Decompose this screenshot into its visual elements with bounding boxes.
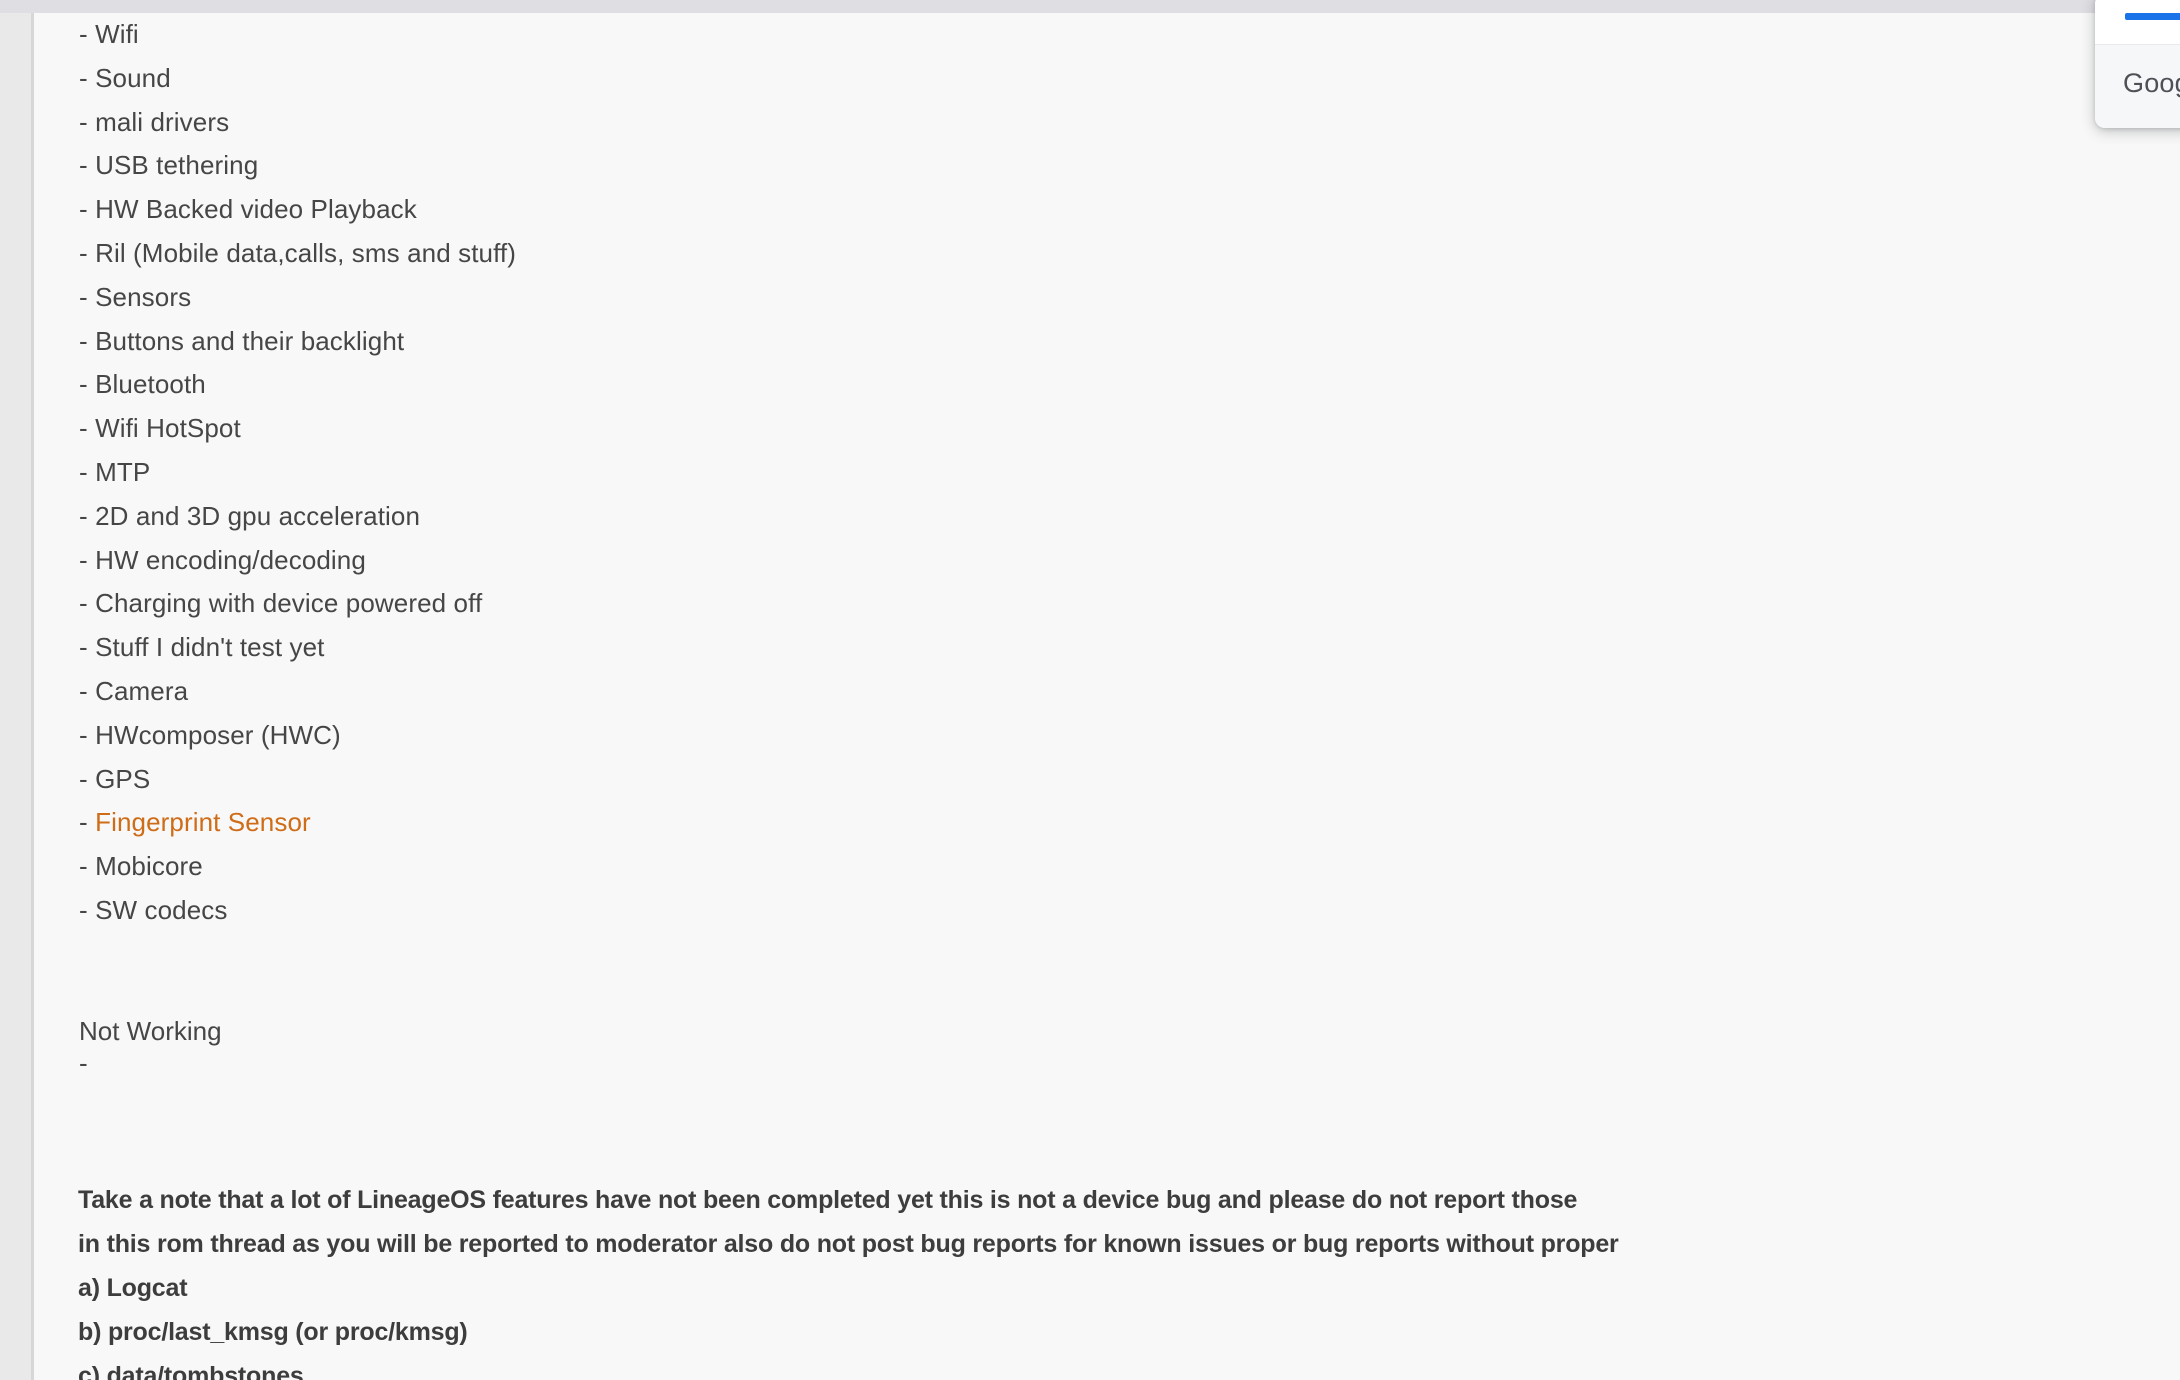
notice-line: in this rom thread as you will be report… xyxy=(78,1230,1619,1258)
feature-item-label: Buttons and their backlight xyxy=(95,325,405,356)
feature-list-item: - HW encoding/decoding xyxy=(79,539,1979,583)
feature-list-item: - Buttons and their backlight xyxy=(79,320,1979,364)
list-bullet-dash: - xyxy=(79,413,88,444)
feature-list-item: - Charging with device powered off xyxy=(79,582,1979,626)
feature-item-label: Wifi HotSpot xyxy=(95,413,241,444)
not-working-empty-dash: - xyxy=(79,1048,88,1078)
feature-list-item: - Mobicore xyxy=(79,845,1979,889)
notice-line: a) Logcat xyxy=(78,1274,188,1302)
feature-list-item: - Bluetooth xyxy=(79,363,1979,407)
viewport-top-strip xyxy=(0,0,2180,13)
list-bullet-dash: - xyxy=(79,807,88,838)
list-bullet-dash: - xyxy=(79,281,88,312)
notice-line: b) proc/last_kmsg (or proc/kmsg) xyxy=(78,1318,468,1346)
list-bullet-dash: - xyxy=(79,632,88,663)
feature-list-item: - Sensors xyxy=(79,276,1979,320)
feature-item-label: Bluetooth xyxy=(95,369,206,400)
feature-list-item: - 2D and 3D gpu acceleration xyxy=(79,495,1979,539)
feature-list-item: - HWcomposer (HWC) xyxy=(79,714,1979,758)
list-bullet-dash: - xyxy=(79,325,88,356)
list-bullet-dash: - xyxy=(79,675,88,706)
google-popup-card[interactable]: Goog xyxy=(2095,0,2180,128)
list-bullet-dash: - xyxy=(79,19,88,49)
google-popup-header xyxy=(2095,0,2180,45)
bug-report-notice: Take a note that a lot of LineageOS feat… xyxy=(78,1178,2128,1380)
accent-bar xyxy=(2125,13,2180,20)
feature-item-label: HWcomposer (HWC) xyxy=(95,719,341,750)
feature-item-label: HW Backed video Playback xyxy=(95,194,417,225)
not-working-heading: Not Working xyxy=(79,1016,222,1046)
feature-list-item: - HW Backed video Playback xyxy=(79,188,1979,232)
working-feature-list: - Wifi - Sound - mali drivers - USB tetheri… xyxy=(79,13,1979,933)
google-wordmark: Goog xyxy=(2123,68,2180,98)
list-bullet-dash: - xyxy=(79,894,88,925)
feature-list-item: - Ril (Mobile data,calls, sms and stuff) xyxy=(79,232,1979,276)
feature-item-label: MTP xyxy=(95,456,151,487)
feature-item-label: Sensors xyxy=(95,281,192,312)
list-bullet-dash: - xyxy=(79,500,88,531)
notice-line: c) data/tombstones xyxy=(78,1362,304,1380)
feature-item-label: Stuff I didn't test yet xyxy=(95,632,325,663)
list-bullet-dash: - xyxy=(79,62,88,93)
feature-list-item: - Sound xyxy=(79,57,1979,101)
feature-list-item: - GPS xyxy=(79,758,1979,802)
feature-link-label[interactable]: Fingerprint Sensor xyxy=(95,807,311,837)
feature-item-label: GPS xyxy=(95,763,151,794)
feature-list-item: - mali drivers xyxy=(79,101,1979,145)
list-bullet-dash: - xyxy=(79,851,88,882)
feature-list-item: - Camera xyxy=(79,670,1979,714)
list-bullet-dash: - xyxy=(79,588,88,619)
feature-list-item: - Wifi HotSpot xyxy=(79,407,1979,451)
page-left-gutter xyxy=(0,13,31,1380)
feature-item-label: Sound xyxy=(95,62,171,93)
list-bullet-dash: - xyxy=(79,194,88,225)
post-body: - Wifi - Sound - mali drivers - USB tetheri… xyxy=(34,13,2180,1380)
page-root: - Wifi - Sound - mali drivers - USB tetheri… xyxy=(0,0,2180,1380)
feature-item-label: SW codecs xyxy=(95,894,228,925)
feature-item-label: 2D and 3D gpu acceleration xyxy=(95,500,421,531)
feature-list-item: - Stuff I didn't test yet xyxy=(79,626,1979,670)
feature-item-label: Ril (Mobile data,calls, sms and stuff) xyxy=(95,237,517,268)
list-bullet-dash: - xyxy=(79,763,88,794)
list-bullet-dash: - xyxy=(79,106,88,137)
feature-item-label: Charging with device powered off xyxy=(95,588,483,619)
feature-list-item[interactable]: - Fingerprint Sensor xyxy=(79,801,1979,845)
google-popup-body: Goog xyxy=(2095,45,2180,128)
feature-item-label: Mobicore xyxy=(95,851,203,882)
feature-item-label: Camera xyxy=(95,675,189,706)
feature-list-item: - Wifi xyxy=(79,13,1979,57)
feature-item-label: Wifi xyxy=(95,19,139,49)
feature-list-item: - USB tethering xyxy=(79,144,1979,188)
list-bullet-dash: - xyxy=(79,150,88,181)
feature-list-item: - SW codecs xyxy=(79,889,1979,933)
feature-item-label: HW encoding/decoding xyxy=(95,544,366,575)
list-bullet-dash: - xyxy=(79,719,88,750)
notice-line: Take a note that a lot of LineageOS feat… xyxy=(78,1186,1578,1214)
list-bullet-dash: - xyxy=(79,544,88,575)
list-bullet-dash: - xyxy=(79,237,88,268)
feature-list-item: - MTP xyxy=(79,451,1979,495)
post-body-inner: - Wifi - Sound - mali drivers - USB tetheri… xyxy=(34,13,2180,1380)
feature-item-label: mali drivers xyxy=(95,106,230,137)
feature-item-label: USB tethering xyxy=(95,150,259,181)
list-bullet-dash: - xyxy=(79,456,88,487)
list-bullet-dash: - xyxy=(79,369,88,400)
